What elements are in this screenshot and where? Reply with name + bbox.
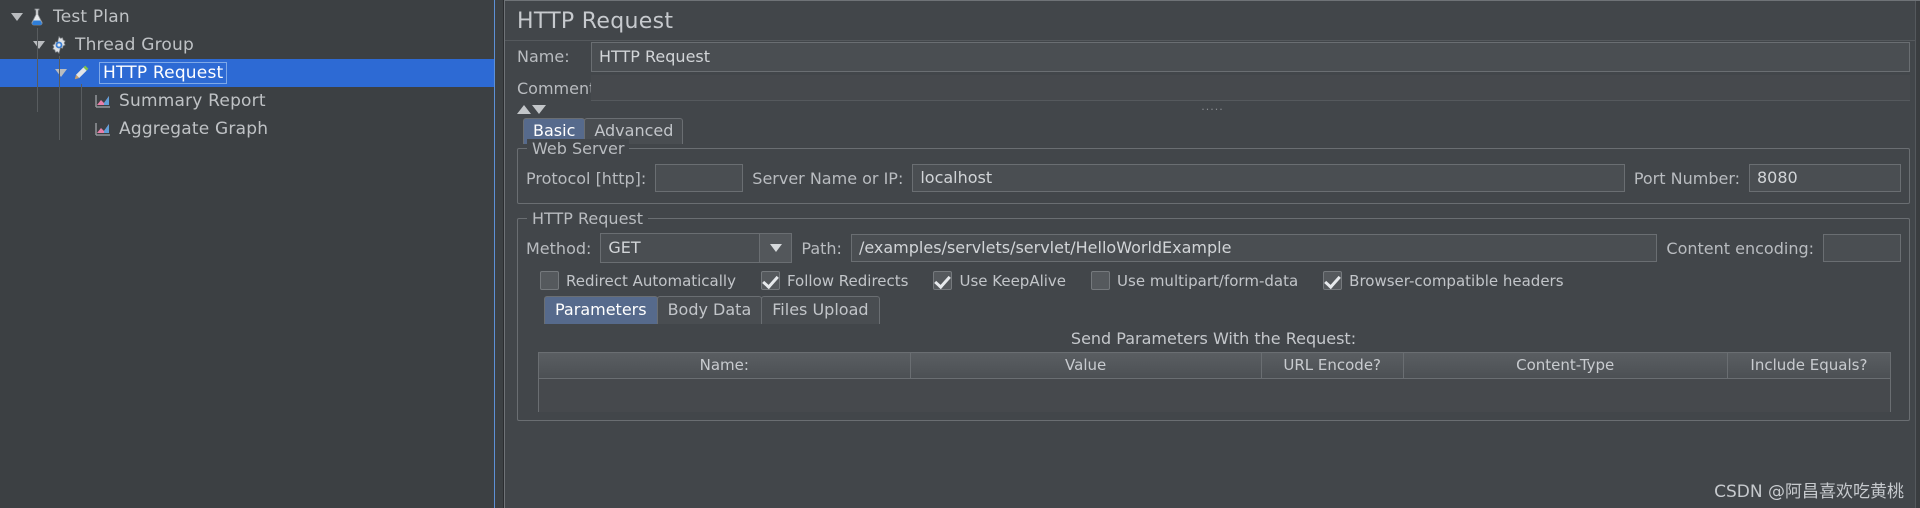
- path-input[interactable]: /examples/servlets/servlet/HelloWorldExa…: [850, 234, 1658, 262]
- tree-guide-line: [81, 84, 82, 140]
- checkbox-use-keepalive[interactable]: [933, 271, 953, 290]
- checkbox-browser-compatible-headers[interactable]: [1323, 271, 1343, 290]
- expand-toggle-icon[interactable]: [30, 36, 48, 54]
- pencil-icon: [70, 62, 92, 84]
- checkbox-label-use-keepalive[interactable]: Use KeepAlive: [959, 272, 1066, 290]
- web-server-group-label: Web Server: [527, 139, 630, 158]
- drag-grip-icon[interactable]: ·····: [1201, 103, 1223, 116]
- jmeter-window: Test Plan Thread Group HTTP Request Summ…: [0, 0, 1920, 508]
- watermark: CSDN @阿昌喜欢吃黄桃: [1714, 482, 1904, 502]
- port-number-input[interactable]: 8080: [1749, 164, 1901, 192]
- name-row: Name: HTTP Request: [505, 40, 1920, 72]
- tree-item-summary-report[interactable]: Summary Report: [0, 87, 494, 115]
- method-path-row: Method: GET Path: /examples/servlets/ser…: [526, 231, 1901, 265]
- protocol-input[interactable]: [655, 164, 744, 192]
- tab-parameters[interactable]: Parameters: [544, 296, 658, 324]
- tree-guide-line: [37, 28, 38, 112]
- tree-item-label: Summary Report: [119, 91, 266, 111]
- expand-toggle-icon[interactable]: [52, 64, 70, 82]
- column-header-value[interactable]: Value: [911, 353, 1262, 378]
- send-parameters-title: Send Parameters With the Request:: [526, 324, 1901, 352]
- checkbox-label-follow-redirects[interactable]: Follow Redirects: [787, 272, 909, 290]
- name-label: Name:: [517, 47, 570, 66]
- expand-toggle-icon: [74, 120, 92, 138]
- parameters-table-header: Name: Value URL Encode? Content-Type Inc…: [539, 353, 1890, 379]
- column-header-name[interactable]: Name:: [539, 353, 911, 378]
- http-request-group: HTTP Request Method: GET Path: /examples…: [517, 209, 1910, 421]
- method-selected-value: GET: [608, 238, 641, 257]
- tab-files-upload[interactable]: Files Upload: [761, 296, 880, 324]
- protocol-label: Protocol [http]:: [526, 168, 647, 188]
- request-sub-tabbar[interactable]: Parameters Body Data Files Upload: [526, 296, 1901, 324]
- method-label: Method:: [526, 238, 592, 258]
- checkbox-label-browser-compatible-headers[interactable]: Browser-compatible headers: [1349, 272, 1563, 290]
- test-plan-tree[interactable]: Test Plan Thread Group HTTP Request Summ…: [0, 0, 494, 508]
- http-request-group-label: HTTP Request: [527, 209, 649, 228]
- web-server-row: Protocol [http]: Server Name or IP: loca…: [526, 161, 1901, 195]
- comments-row: Comments:: [505, 74, 1920, 102]
- server-name-label: Server Name or IP:: [752, 168, 904, 188]
- checkbox-redirect-automatically[interactable]: [540, 271, 559, 290]
- parameters-table[interactable]: Name: Value URL Encode? Content-Type Inc…: [538, 352, 1891, 412]
- port-number-label: Port Number:: [1633, 168, 1740, 188]
- tree-item-test-plan[interactable]: Test Plan: [0, 3, 494, 31]
- expand-toggle-icon: [74, 92, 92, 110]
- chart-icon: [92, 90, 114, 112]
- flask-icon: [26, 6, 48, 28]
- panel-splitter[interactable]: [494, 0, 504, 508]
- page-title: HTTP Request: [517, 9, 674, 34]
- tree-item-label: HTTP Request: [99, 62, 228, 84]
- column-header-content-type[interactable]: Content-Type: [1404, 353, 1728, 378]
- tree-item-thread-group[interactable]: Thread Group: [0, 31, 494, 59]
- request-options-row: Redirect Automatically Follow Redirects …: [526, 265, 1901, 294]
- content-encoding-label: Content encoding:: [1666, 238, 1814, 258]
- column-header-url-encode[interactable]: URL Encode?: [1262, 353, 1404, 378]
- server-name-input[interactable]: localhost: [912, 164, 1625, 192]
- chevron-down-icon[interactable]: [759, 234, 792, 262]
- tree-item-label: Test Plan: [53, 7, 130, 27]
- main-tabbar[interactable]: Basic Advanced: [505, 118, 1920, 144]
- method-select[interactable]: GET: [600, 233, 793, 263]
- tree-item-http-request[interactable]: HTTP Request: [0, 59, 494, 87]
- comments-label: Comments:: [517, 78, 610, 98]
- tree-item-label: Aggregate Graph: [119, 119, 269, 139]
- path-label: Path:: [801, 238, 842, 258]
- tree-item-label: Thread Group: [75, 35, 195, 55]
- triangle-down-icon[interactable]: [532, 104, 546, 114]
- tree-guide-line: [59, 56, 60, 140]
- name-input[interactable]: HTTP Request: [591, 41, 1910, 72]
- content-encoding-input[interactable]: [1823, 234, 1901, 262]
- expand-toggle-icon[interactable]: [8, 8, 26, 26]
- collapse-strip[interactable]: ·····: [505, 102, 1920, 116]
- web-server-group: Web Server Protocol [http]: Server Name …: [517, 139, 1910, 204]
- checkbox-use-multipart-form-data[interactable]: [1091, 271, 1111, 290]
- http-request-detail-panel: HTTP Request Name: HTTP Request Comments…: [504, 0, 1920, 508]
- tree-item-aggregate-graph[interactable]: Aggregate Graph: [0, 115, 494, 143]
- column-header-include-equals[interactable]: Include Equals?: [1728, 353, 1890, 378]
- gear-icon: [48, 34, 70, 56]
- checkbox-label-redirect-automatically[interactable]: Redirect Automatically: [566, 272, 736, 290]
- comments-input[interactable]: [591, 75, 1910, 101]
- triangle-up-icon[interactable]: [517, 104, 531, 114]
- tab-body-data[interactable]: Body Data: [656, 296, 763, 324]
- checkbox-label-use-multipart-form-data[interactable]: Use multipart/form-data: [1117, 272, 1298, 290]
- vertical-scrollbar[interactable]: [1915, 1, 1920, 508]
- checkbox-follow-redirects[interactable]: [760, 271, 780, 290]
- chart-icon: [92, 118, 114, 140]
